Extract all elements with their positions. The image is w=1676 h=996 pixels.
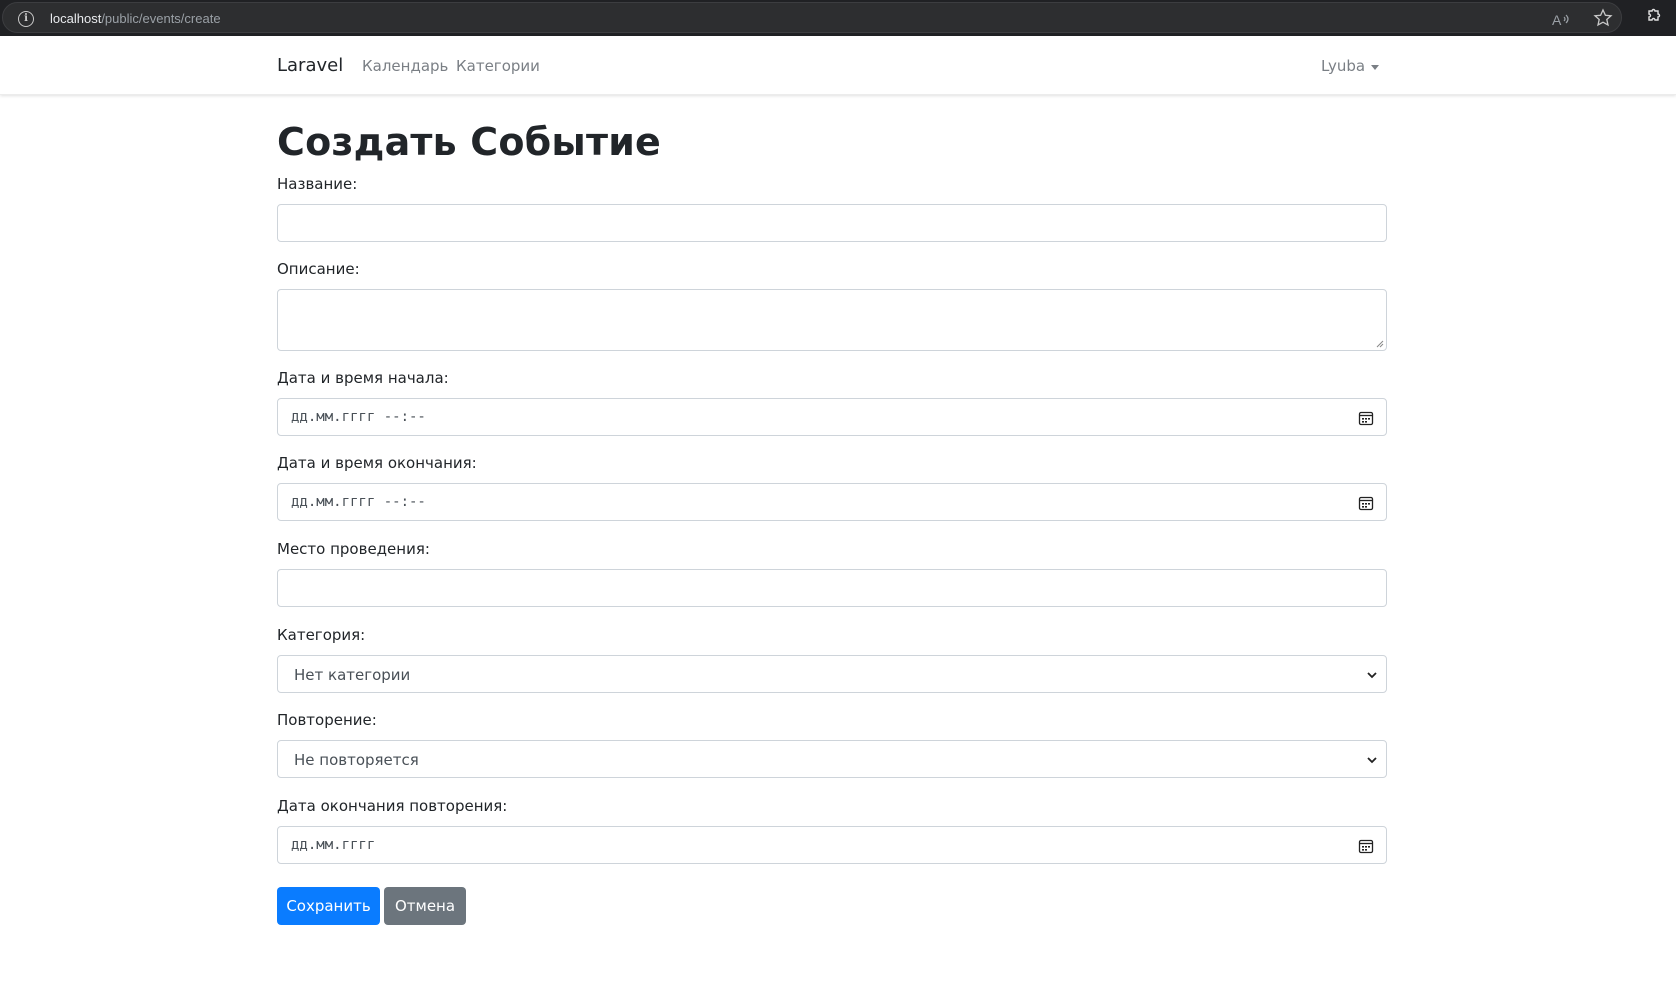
chevron-down-icon[interactable]: [1366, 754, 1378, 766]
start-datetime-placeholder: дд.мм.гггг --:--: [291, 409, 426, 425]
url-host: localhost: [50, 11, 102, 26]
name-input[interactable]: [277, 204, 1387, 242]
category-select[interactable]: Нет категории: [277, 655, 1387, 693]
favorite-star-icon[interactable]: [1593, 8, 1613, 28]
resize-grip-icon[interactable]: [1376, 340, 1384, 348]
category-label: Категория:: [277, 626, 366, 644]
url-text[interactable]: localhost/public/events/create: [50, 11, 221, 26]
cancel-button[interactable]: Отмена: [384, 887, 466, 925]
end-datetime-placeholder: дд.мм.гггг --:--: [291, 494, 426, 510]
chevron-down-icon[interactable]: [1366, 669, 1378, 681]
calendar-icon[interactable]: [1358, 410, 1374, 426]
end-datetime-label: Дата и время окончания:: [277, 454, 477, 472]
name-label: Название:: [277, 175, 358, 193]
repeat-end-label: Дата окончания повторения:: [277, 797, 508, 815]
start-datetime-label: Дата и время начала:: [277, 369, 449, 387]
browser-toolbar: i localhost/public/events/create A: [0, 0, 1676, 36]
nav-link-categories[interactable]: Категории: [456, 57, 540, 75]
site-info-icon[interactable]: i: [18, 11, 34, 27]
save-button[interactable]: Сохранить: [277, 887, 380, 925]
start-datetime-input[interactable]: дд.мм.гггг --:--: [277, 398, 1387, 436]
repeat-selected-value: Не повторяется: [294, 751, 419, 769]
repeat-end-date-input[interactable]: дд.мм.гггг: [277, 826, 1387, 864]
calendar-icon[interactable]: [1358, 838, 1374, 854]
svg-text:A: A: [1552, 12, 1562, 28]
url-path: /public/events/create: [101, 11, 221, 26]
caret-down-icon[interactable]: [1371, 65, 1379, 70]
repeat-label: Повторение:: [277, 711, 377, 729]
category-selected-value: Нет категории: [294, 666, 411, 684]
calendar-icon[interactable]: [1358, 495, 1374, 511]
extensions-icon[interactable]: [1643, 6, 1663, 26]
repeat-select[interactable]: Не повторяется: [277, 740, 1387, 778]
description-label: Описание:: [277, 260, 360, 278]
brand-link[interactable]: Laravel: [277, 55, 343, 76]
location-input[interactable]: [277, 569, 1387, 607]
end-datetime-input[interactable]: дд.мм.гггг --:--: [277, 483, 1387, 521]
location-label: Место проведения:: [277, 540, 430, 558]
repeat-end-placeholder: дд.мм.гггг: [291, 837, 376, 853]
nav-link-calendar[interactable]: Календарь: [362, 57, 448, 75]
read-aloud-icon[interactable]: A: [1551, 11, 1571, 29]
description-textarea[interactable]: [277, 289, 1387, 351]
address-bar[interactable]: i localhost/public/events/create A: [2, 2, 1622, 33]
top-navbar: Laravel Календарь Категории Lyuba: [0, 36, 1676, 95]
page-title: Создать Событие: [277, 120, 662, 164]
user-dropdown[interactable]: Lyuba: [1321, 57, 1365, 75]
